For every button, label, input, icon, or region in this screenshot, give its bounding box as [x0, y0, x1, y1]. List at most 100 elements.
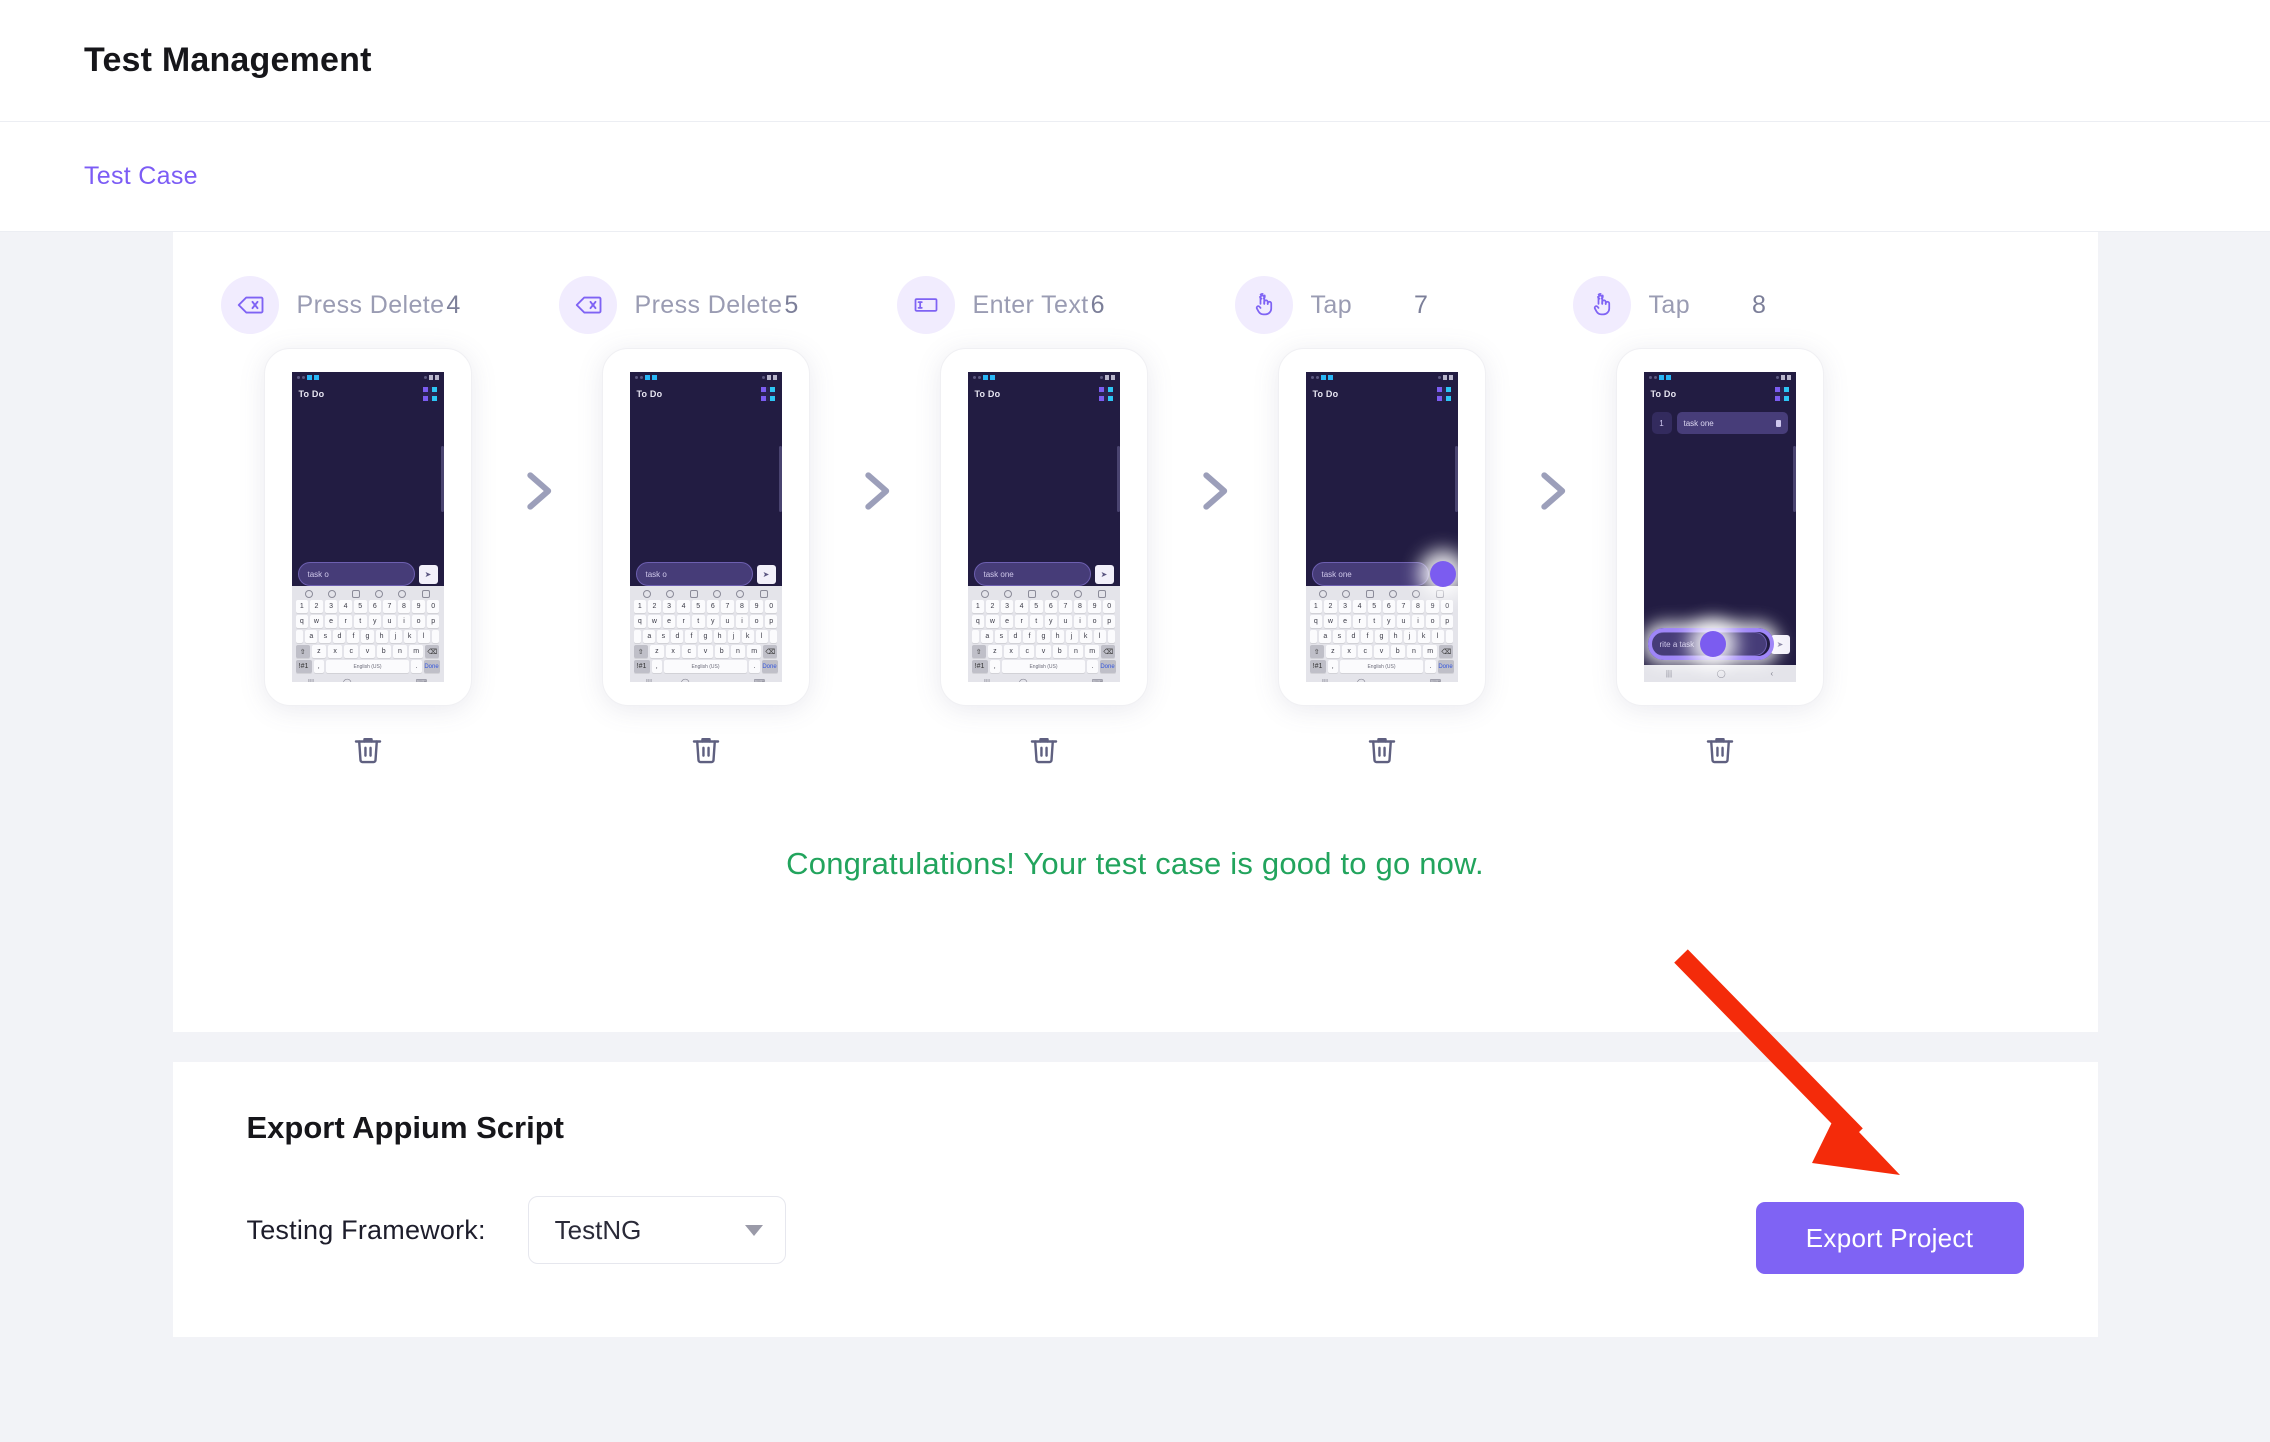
keyboard-key[interactable]: 5 — [1029, 600, 1043, 613]
keyboard-key[interactable]: g — [1037, 630, 1050, 643]
keyboard-key[interactable]: i — [1073, 615, 1087, 628]
nav-hide-keyboard-icon[interactable]: ⌄ — [380, 678, 387, 683]
keyboard-key[interactable]: e — [662, 615, 676, 628]
space-key[interactable]: English (US) — [1339, 660, 1424, 673]
keyboard-key[interactable]: y — [706, 615, 720, 628]
gif-icon[interactable] — [689, 590, 698, 598]
comma-key[interactable]: , — [989, 660, 1000, 673]
keyboard-key[interactable]: 3 — [1000, 600, 1014, 613]
keyboard-key[interactable]: x — [1341, 645, 1357, 658]
keyboard-key[interactable]: o — [1426, 615, 1439, 628]
backspace-key[interactable]: ⌫ — [763, 645, 778, 658]
keyboard-key[interactable]: w — [310, 615, 323, 628]
keyboard-key[interactable]: e — [1000, 615, 1014, 628]
keyboard-key[interactable]: g — [361, 630, 374, 643]
device-screenshot-frame[interactable]: To Do task o ➤ 1234567890 qwertyuiop asd… — [601, 348, 810, 706]
keyboard-key[interactable]: l — [417, 630, 430, 643]
done-key[interactable]: Done — [1437, 660, 1454, 673]
keyboard-key[interactable]: r — [1015, 615, 1028, 628]
keyboard-key[interactable]: 1 — [633, 600, 647, 613]
keyboard-key[interactable]: t — [1029, 615, 1043, 628]
device-screenshot-frame[interactable]: To Do task one ➤ 1234567890 qwertyuiop a… — [1277, 348, 1486, 706]
keyboard-key[interactable]: j — [1065, 630, 1078, 643]
keyboard-key[interactable]: k — [1079, 630, 1092, 643]
keyboard-key[interactable]: b — [1390, 645, 1405, 658]
device-screenshot-frame[interactable]: To Do task one ➤ 1234567890 qwertyuiop a… — [939, 348, 1148, 706]
keyboard-key[interactable]: q — [1309, 615, 1323, 628]
keyboard-key[interactable]: f — [1023, 630, 1036, 643]
microphone-icon[interactable] — [1389, 590, 1398, 598]
keyboard-key[interactable]: 9 — [750, 600, 763, 613]
keyboard-key[interactable]: 0 — [1102, 600, 1116, 613]
keyboard-key[interactable]: v — [698, 645, 713, 658]
keyboard-key[interactable]: v — [1374, 645, 1389, 658]
keyboard-key[interactable]: w — [986, 615, 999, 628]
gif-icon[interactable] — [1365, 590, 1374, 598]
keyboard-key[interactable]: 1 — [295, 600, 309, 613]
delete-step-button[interactable] — [684, 728, 728, 772]
nav-hide-keyboard-icon[interactable]: ⌄ — [718, 678, 725, 683]
nav-hide-keyboard-icon[interactable]: ⌄ — [1394, 678, 1401, 683]
framework-select[interactable]: TestNG — [527, 1196, 786, 1264]
backspace-key[interactable]: ⌫ — [1101, 645, 1116, 658]
keyboard-key[interactable]: 3 — [662, 600, 676, 613]
keyboard-key[interactable]: 9 — [412, 600, 425, 613]
keyboard-key[interactable]: j — [727, 630, 740, 643]
symbols-key[interactable]: !#1 — [633, 660, 650, 673]
keyboard-key[interactable]: x — [665, 645, 681, 658]
keyboard-key[interactable]: 1 — [971, 600, 985, 613]
tab-test-case[interactable]: Test Case — [84, 162, 198, 191]
export-project-button[interactable]: Export Project — [1755, 1202, 2024, 1274]
keyboard-key[interactable]: l — [755, 630, 768, 643]
keyboard-key[interactable]: 2 — [310, 600, 323, 613]
keyboard-key[interactable]: d — [1009, 630, 1022, 643]
keyboard-key[interactable]: 5 — [691, 600, 705, 613]
period-key[interactable]: . — [1425, 660, 1436, 673]
keyboard-key[interactable]: i — [1411, 615, 1425, 628]
device-screenshot-frame[interactable]: To Do task o ➤ 1234567890 qwertyuiop asd… — [263, 348, 472, 706]
device-send-button[interactable]: ➤ — [418, 564, 438, 584]
keyboard-key[interactable]: b — [376, 645, 391, 658]
nav-keyboard-icon[interactable]: ⌨ — [416, 678, 428, 683]
keyboard-key[interactable]: m — [1085, 645, 1100, 658]
keyboard-key[interactable]: s — [995, 630, 1008, 643]
sticker-icon[interactable] — [666, 590, 675, 598]
device-task-input[interactable]: task one — [973, 562, 1091, 586]
keyboard-key[interactable]: i — [397, 615, 411, 628]
keyboard-key[interactable]: y — [1044, 615, 1058, 628]
device-send-button[interactable]: ➤ — [756, 564, 776, 584]
keyboard-key[interactable]: 5 — [1367, 600, 1381, 613]
keyboard-key[interactable]: x — [327, 645, 343, 658]
keyboard-key[interactable]: x — [1003, 645, 1019, 658]
sticker-icon[interactable] — [1342, 590, 1351, 598]
keyboard-key[interactable]: s — [1333, 630, 1346, 643]
keyboard-key[interactable]: 5 — [353, 600, 367, 613]
nav-recents-icon[interactable]: ||| — [646, 678, 652, 683]
keyboard-key[interactable]: u — [1059, 615, 1072, 628]
android-keyboard[interactable]: 1234567890 qwertyuiop asdfghjkl ⇧ zxcvbn… — [967, 586, 1120, 683]
task-delete-icon[interactable] — [1775, 419, 1781, 427]
settings-icon[interactable] — [1097, 590, 1106, 598]
nav-recents-icon[interactable]: ||| — [984, 678, 990, 683]
todo-task-row[interactable]: 1 task one — [1651, 412, 1788, 434]
backspace-key[interactable]: ⌫ — [1439, 645, 1454, 658]
keyboard-key[interactable]: m — [1423, 645, 1438, 658]
space-key[interactable]: English (US) — [663, 660, 748, 673]
settings-icon[interactable] — [759, 590, 768, 598]
emoji-icon[interactable] — [1319, 590, 1328, 598]
keyboard-key[interactable]: y — [1382, 615, 1396, 628]
keyboard-key[interactable]: n — [1406, 645, 1422, 658]
keyboard-key[interactable]: 8 — [1073, 600, 1087, 613]
nav-recents-icon[interactable]: ||| — [1322, 678, 1328, 683]
done-key[interactable]: Done — [1099, 660, 1116, 673]
nav-keyboard-icon[interactable]: ⌨ — [1430, 678, 1442, 683]
keyboard-key[interactable]: c — [1020, 645, 1035, 658]
nav-recents-icon[interactable]: ||| — [1666, 669, 1672, 678]
keyboard-key[interactable]: 8 — [397, 600, 411, 613]
keyboard-key[interactable]: a — [305, 630, 318, 643]
keyboard-key[interactable]: b — [1052, 645, 1067, 658]
shift-key[interactable]: ⇧ — [633, 645, 648, 658]
period-key[interactable]: . — [749, 660, 760, 673]
keyboard-key[interactable]: 1 — [1309, 600, 1323, 613]
keyboard-key[interactable]: 2 — [1324, 600, 1337, 613]
